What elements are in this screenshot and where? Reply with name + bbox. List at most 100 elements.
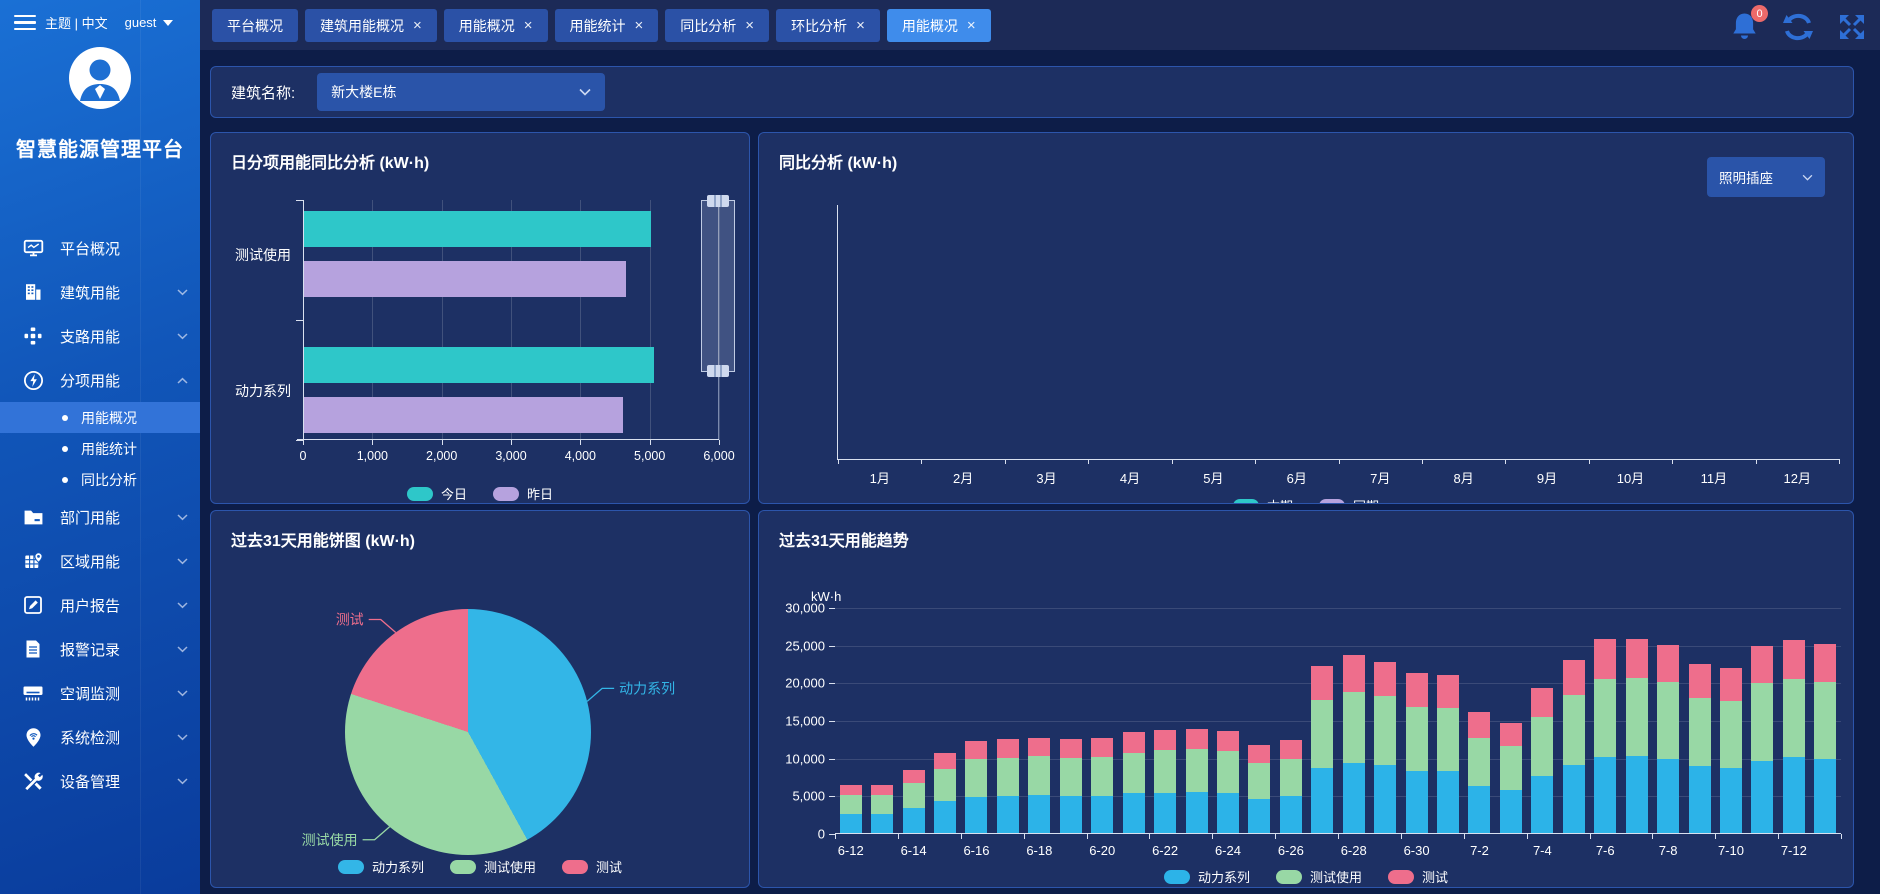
category-select[interactable]: 照明插座 bbox=[1707, 157, 1825, 197]
bar-7-3[interactable] bbox=[1500, 723, 1522, 834]
legend-item-动力系列[interactable]: 动力系列 bbox=[338, 857, 424, 876]
bar-7-5[interactable] bbox=[1563, 660, 1585, 834]
bar-6-16[interactable] bbox=[965, 741, 987, 834]
sidebar-item-报警记录[interactable]: 报警记录 bbox=[0, 627, 200, 671]
bar-6-21[interactable] bbox=[1123, 732, 1145, 834]
user-menu[interactable]: guest bbox=[125, 15, 174, 30]
pie-callout-line bbox=[587, 688, 614, 701]
bar-6-27[interactable] bbox=[1311, 666, 1333, 834]
bar-测试使用-今日[interactable] bbox=[304, 211, 651, 247]
bar-6-15[interactable] bbox=[934, 753, 956, 834]
tab-close-icon[interactable]: × bbox=[967, 18, 976, 33]
tab-建筑用能概况[interactable]: 建筑用能概况× bbox=[305, 9, 437, 42]
bar-7-10[interactable] bbox=[1720, 668, 1742, 834]
bar-7-11[interactable] bbox=[1751, 646, 1773, 834]
hamburger-menu-icon[interactable] bbox=[14, 15, 36, 31]
sidebar-item-label: 平台概况 bbox=[60, 238, 120, 259]
tab-label: 用能概况 bbox=[459, 16, 515, 36]
bar-7-12[interactable] bbox=[1783, 640, 1805, 834]
bar-6-26[interactable] bbox=[1280, 740, 1302, 834]
refresh-icon[interactable] bbox=[1782, 13, 1814, 41]
tab-close-icon[interactable]: × bbox=[524, 18, 533, 33]
legend-item-同期[interactable]: 同期 bbox=[1319, 496, 1379, 504]
yoy-plot: 1月2月3月4月5月6月7月8月9月10月11月12月 bbox=[837, 205, 1839, 460]
legend-item-测试使用[interactable]: 测试使用 bbox=[1276, 867, 1362, 886]
bar-6-14[interactable] bbox=[903, 770, 925, 834]
pie-callout-line bbox=[363, 827, 390, 840]
tab-同比分析[interactable]: 同比分析× bbox=[665, 9, 769, 42]
bar-segment-测试使用 bbox=[1720, 701, 1742, 768]
bar-6-19[interactable] bbox=[1060, 739, 1082, 834]
x-axis-label: 7-4 bbox=[1533, 843, 1552, 858]
building-select[interactable]: 新大楼E栋 bbox=[317, 73, 605, 111]
bar-7-8[interactable] bbox=[1657, 645, 1679, 834]
bar-7-6[interactable] bbox=[1594, 639, 1616, 834]
bar-6-24[interactable] bbox=[1217, 731, 1239, 834]
bar-segment-测试使用 bbox=[1783, 679, 1805, 757]
bar-动力系列-昨日[interactable] bbox=[304, 397, 623, 433]
tab-平台概况[interactable]: 平台概况 bbox=[212, 9, 298, 42]
bar-6-22[interactable] bbox=[1154, 730, 1176, 834]
tab-用能统计[interactable]: 用能统计× bbox=[555, 9, 659, 42]
bar-7-13[interactable] bbox=[1814, 644, 1836, 834]
fullscreen-icon[interactable] bbox=[1838, 13, 1866, 41]
legend-item-测试[interactable]: 测试 bbox=[562, 857, 622, 876]
sidebar-item-区域用能[interactable]: 区域用能 bbox=[0, 539, 200, 583]
sidebar-subitem-同比分析[interactable]: 同比分析 bbox=[0, 464, 200, 495]
data-zoom-handle-top[interactable] bbox=[707, 195, 729, 207]
sidebar-item-设备管理[interactable]: 设备管理 bbox=[0, 759, 200, 803]
bar-7-2[interactable] bbox=[1468, 712, 1490, 834]
x-axis-tick bbox=[1464, 834, 1465, 839]
sidebar-item-建筑用能[interactable]: 建筑用能 bbox=[0, 270, 200, 314]
bar-6-18[interactable] bbox=[1028, 738, 1050, 834]
x-axis-tick bbox=[835, 834, 836, 839]
legend-item-动力系列[interactable]: 动力系列 bbox=[1164, 867, 1250, 886]
bar-动力系列-今日[interactable] bbox=[304, 347, 654, 383]
tab-环比分析[interactable]: 环比分析× bbox=[776, 9, 880, 42]
sidebar-item-空调监测[interactable]: 空调监测 bbox=[0, 671, 200, 715]
bar-6-17[interactable] bbox=[997, 739, 1019, 834]
bar-7-9[interactable] bbox=[1689, 664, 1711, 834]
bar-6-30[interactable] bbox=[1406, 673, 1428, 834]
sidebar-item-支路用能[interactable]: 支路用能 bbox=[0, 314, 200, 358]
bar-6-23[interactable] bbox=[1186, 729, 1208, 834]
bar-6-20[interactable] bbox=[1091, 738, 1113, 834]
sidebar-item-分项用能[interactable]: 分项用能 bbox=[0, 358, 200, 402]
tab-close-icon[interactable]: × bbox=[635, 18, 644, 33]
x-axis-label: 2月 bbox=[953, 468, 973, 487]
tab-close-icon[interactable]: × bbox=[413, 18, 422, 33]
bar-6-12[interactable] bbox=[840, 785, 862, 834]
sidebar-item-平台概况[interactable]: 平台概况 bbox=[0, 226, 200, 270]
sidebar-subitem-用能统计[interactable]: 用能统计 bbox=[0, 433, 200, 464]
sidebar-subitem-用能概况[interactable]: 用能概况 bbox=[0, 402, 200, 433]
bar-测试使用-昨日[interactable] bbox=[304, 261, 626, 297]
sidebar-item-用户报告[interactable]: 用户报告 bbox=[0, 583, 200, 627]
bar-7-4[interactable] bbox=[1531, 688, 1553, 834]
bar-6-29[interactable] bbox=[1374, 662, 1396, 834]
bar-segment-测试使用 bbox=[1028, 756, 1050, 794]
bar-6-13[interactable] bbox=[871, 785, 893, 834]
bar-7-1[interactable] bbox=[1437, 675, 1459, 834]
notification-bell-icon[interactable]: 0 bbox=[1731, 11, 1758, 42]
tab-用能概况[interactable]: 用能概况 × bbox=[444, 9, 548, 42]
bar-7-7[interactable] bbox=[1626, 639, 1648, 834]
sidebar-item-系统检测[interactable]: 系统检测 bbox=[0, 715, 200, 759]
bar-segment-动力系列 bbox=[1280, 796, 1302, 834]
legend-item-昨日[interactable]: 昨日 bbox=[493, 484, 553, 503]
bar-segment-动力系列 bbox=[1091, 796, 1113, 834]
data-zoom-slider[interactable] bbox=[701, 200, 735, 372]
tab-用能概况[interactable]: 用能概况× bbox=[887, 9, 991, 42]
x-axis-tick bbox=[1422, 459, 1423, 464]
x-axis-tick bbox=[1527, 834, 1528, 839]
data-zoom-handle-bottom[interactable] bbox=[707, 365, 729, 377]
legend-item-测试[interactable]: 测试 bbox=[1388, 867, 1448, 886]
legend-item-本期[interactable]: 本期 bbox=[1233, 496, 1293, 504]
bar-6-25[interactable] bbox=[1248, 745, 1270, 834]
legend-item-今日[interactable]: 今日 bbox=[407, 484, 467, 503]
sidebar-item-部门用能[interactable]: 部门用能 bbox=[0, 495, 200, 539]
theme-lang-switch[interactable]: 主题 | 中文 bbox=[45, 13, 108, 32]
legend-item-测试使用[interactable]: 测试使用 bbox=[450, 857, 536, 876]
tab-close-icon[interactable]: × bbox=[745, 18, 754, 33]
bar-6-28[interactable] bbox=[1343, 655, 1365, 834]
tab-close-icon[interactable]: × bbox=[856, 18, 865, 33]
